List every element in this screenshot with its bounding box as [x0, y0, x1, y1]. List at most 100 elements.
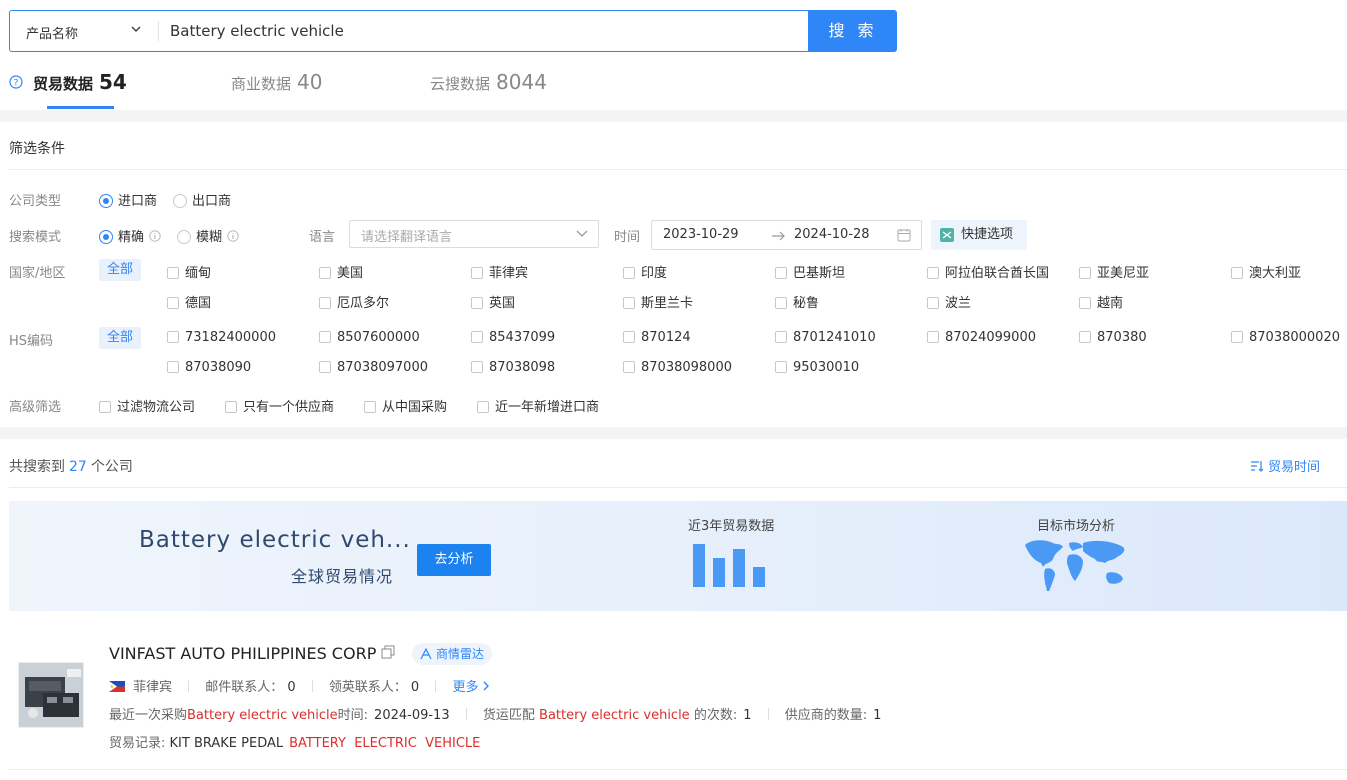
analyze-button[interactable]: 去分析 — [417, 544, 491, 576]
checkbox-box — [319, 361, 331, 373]
country-checkbox[interactable]: 美国 — [319, 262, 363, 281]
checkbox-label: 87038098 — [489, 360, 556, 375]
separator — [311, 680, 313, 692]
checkbox-label: 87038097000 — [337, 360, 428, 375]
advanced-filter-label: 高级筛选 — [9, 400, 62, 415]
radio-exporter[interactable]: 出口商 — [173, 190, 231, 209]
country-checkbox[interactable]: 斯里兰卡 — [623, 292, 693, 311]
company-name[interactable]: VINFAST AUTO PHILIPPINES CORP — [109, 644, 376, 663]
checkbox-box — [167, 361, 179, 373]
hs-all-chip[interactable]: 全部 — [99, 327, 142, 349]
country-checkbox[interactable]: 澳大利亚 — [1231, 262, 1301, 281]
country-checkbox[interactable]: 德国 — [167, 292, 211, 311]
trade-record-label: 贸易记录: — [109, 736, 166, 751]
product-thumbnail[interactable] — [18, 662, 84, 728]
date-to[interactable]: 2024-10-28 — [794, 227, 870, 242]
hs-checkbox[interactable]: 95030010 — [775, 360, 859, 375]
business-radar-badge[interactable]: 商情雷达 — [412, 643, 493, 665]
country-checkbox[interactable]: 阿拉伯联合酋长国 — [927, 262, 1049, 281]
hs-checkbox[interactable]: 73182400000 — [167, 330, 276, 345]
banner-title: Battery electric veh... — [139, 527, 411, 553]
chevron-down-icon[interactable] — [130, 23, 142, 35]
search-input[interactable] — [170, 19, 790, 43]
search-mode-label: 搜索模式 — [9, 230, 62, 245]
help-icon[interactable]: ? — [9, 75, 23, 89]
country-checkbox[interactable]: 越南 — [1079, 292, 1123, 311]
country-checkbox[interactable]: 英国 — [471, 292, 515, 311]
checkbox-label: 厄瓜多尔 — [337, 296, 390, 311]
more-link[interactable]: 更多 — [452, 680, 491, 695]
world-map-icon[interactable] — [1023, 537, 1129, 593]
checkbox-label: 87038000020 — [1249, 330, 1340, 345]
country-checkbox[interactable]: 巴基斯坦 — [775, 262, 845, 281]
checkbox-label: 美国 — [337, 266, 364, 281]
product-image — [19, 663, 83, 727]
hs-checkbox[interactable]: 87024099000 — [927, 330, 1036, 345]
market-analysis-label: 目标市场分析 — [1037, 519, 1116, 534]
tab-trade-data[interactable]: 贸易数据 54 — [33, 70, 127, 94]
country-checkbox[interactable]: 印度 — [623, 262, 667, 281]
chevron-down-icon — [576, 230, 588, 237]
checkbox-box — [927, 297, 939, 309]
search-type-select[interactable]: 产品名称 — [26, 23, 78, 42]
hs-checkbox[interactable]: 870124 — [623, 330, 691, 345]
supplier-count-label: 供应商的数量: — [784, 708, 868, 723]
search-button[interactable]: 搜 索 — [809, 10, 897, 52]
hs-checkbox[interactable]: 870380 — [1079, 330, 1147, 345]
radar-icon — [420, 648, 432, 660]
analysis-banner: Battery electric veh... 全球贸易情况 去分析 近3年贸易… — [9, 501, 1347, 611]
hs-checkbox[interactable]: 85437099 — [471, 330, 555, 345]
sort-by-trade-time[interactable]: 贸易时间 — [1250, 456, 1320, 475]
tab-count: 8044 — [496, 70, 547, 94]
match-count: 1 — [743, 708, 752, 723]
hs-checkbox[interactable]: 87038098 — [471, 360, 555, 375]
hs-checkbox[interactable]: 8701241010 — [775, 330, 876, 345]
single-supplier-checkbox[interactable]: 只有一个供应商 — [225, 396, 334, 415]
philippines-flag-icon — [109, 681, 125, 692]
tab-cloud-data[interactable]: 云搜数据 8044 — [430, 70, 547, 94]
hs-checkbox[interactable]: 87038098000 — [623, 360, 732, 375]
bar-chart-icon[interactable] — [693, 539, 769, 587]
language-select[interactable]: 请选择翻译语言 — [349, 220, 599, 248]
quick-options-button[interactable]: 快捷选项 — [931, 220, 1027, 250]
info-icon[interactable] — [227, 230, 239, 242]
checkbox-box — [775, 267, 787, 279]
country-checkbox[interactable]: 波兰 — [927, 292, 971, 311]
date-from[interactable]: 2023-10-29 — [663, 227, 739, 242]
trade-record: 贸易记录: KIT BRAKE PEDAL BATTERY ELECTRIC VE… — [109, 732, 480, 751]
country-checkbox[interactable]: 缅甸 — [167, 262, 211, 281]
info-icon[interactable] — [149, 230, 161, 242]
country-checkbox[interactable]: 秘鲁 — [775, 292, 819, 311]
new-importer-checkbox[interactable]: 近一年新增进口商 — [477, 396, 599, 415]
tab-business-data[interactable]: 商业数据 40 — [231, 70, 322, 94]
hs-checkbox[interactable]: 87038000020 — [1231, 330, 1340, 345]
radio-importer[interactable]: 进口商 — [99, 190, 157, 209]
radio-exact[interactable]: 精确 — [99, 226, 161, 245]
date-range-picker[interactable]: 2023-10-29 2024-10-28 — [651, 220, 922, 250]
linkedin-contacts-count: 0 — [410, 680, 420, 695]
checkbox-box — [927, 267, 939, 279]
country-checkbox[interactable]: 菲律宾 — [471, 262, 528, 281]
hs-checkbox[interactable]: 8507600000 — [319, 330, 420, 345]
banner-subtitle: 全球贸易情况 — [291, 567, 394, 586]
search-bar: 产品名称 — [9, 10, 809, 52]
separator — [767, 708, 769, 720]
hs-checkbox[interactable]: 87038097000 — [319, 360, 428, 375]
checkbox-label: 87024099000 — [945, 330, 1036, 345]
country-checkbox[interactable]: 厄瓜多尔 — [319, 292, 389, 311]
separator — [435, 680, 437, 692]
copy-icon[interactable] — [381, 645, 395, 659]
country-checkbox[interactable]: 亚美尼亚 — [1079, 262, 1149, 281]
hs-checkbox[interactable]: 87038090 — [167, 360, 251, 375]
checkbox-label: 85437099 — [489, 330, 556, 345]
checkbox-box — [623, 297, 635, 309]
arrow-right-icon — [772, 231, 785, 241]
checkbox-box — [319, 267, 331, 279]
checkbox-box — [364, 401, 376, 413]
checkbox-label: 菲律宾 — [489, 266, 529, 281]
country-all-chip[interactable]: 全部 — [99, 259, 142, 281]
checkbox-box — [1079, 331, 1091, 343]
radio-fuzzy[interactable]: 模糊 — [177, 226, 239, 245]
filter-logistics-checkbox[interactable]: 过滤物流公司 — [99, 396, 195, 415]
from-china-checkbox[interactable]: 从中国采购 — [364, 396, 447, 415]
